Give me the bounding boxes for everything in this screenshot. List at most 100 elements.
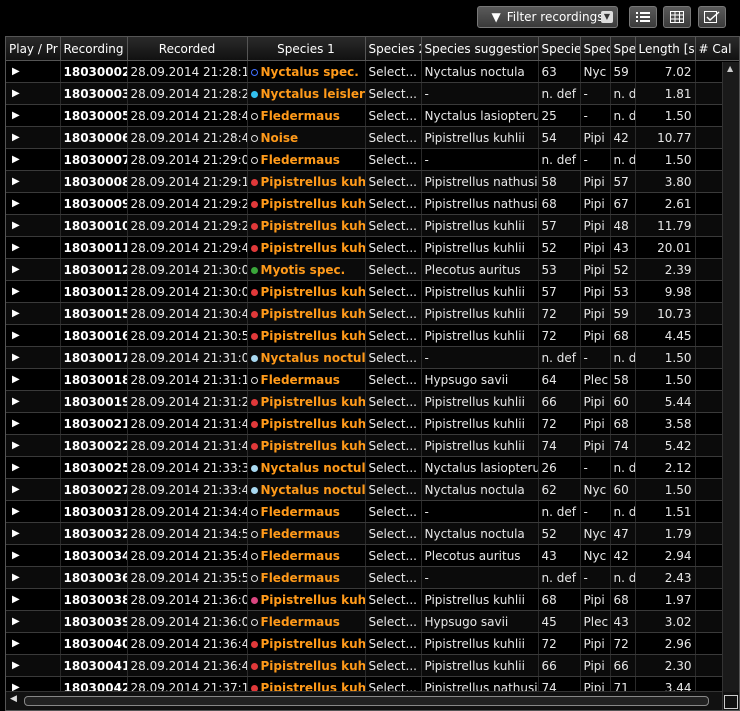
play-cell[interactable]: ▶ [6, 522, 61, 545]
play-icon[interactable]: ▶ [12, 286, 20, 297]
play-icon[interactable]: ▶ [12, 66, 20, 77]
species-1-cell[interactable]: Nyctalus noctula [247, 478, 366, 501]
play-icon[interactable]: ▶ [12, 352, 20, 363]
col-header-species-1[interactable]: Species 1 [247, 37, 366, 61]
play-cell[interactable]: ▶ [6, 302, 61, 325]
play-cell[interactable]: ▶ [6, 280, 61, 303]
species-1-cell[interactable]: Pipistrellus kuhlii [247, 588, 366, 611]
table-row[interactable]: ▶ 18030017 28.09.2014 21:31:08 Nyctalus noc… [6, 346, 739, 369]
species-1-cell[interactable]: Fledermaus [247, 610, 366, 633]
species-1-cell[interactable]: Pipistrellus kuhlii [247, 214, 366, 237]
play-icon[interactable]: ▶ [12, 198, 20, 209]
play-cell[interactable]: ▶ [6, 632, 61, 655]
table-row[interactable]: ▶ 18030034 28.09.2014 21:35:46 Fledermaus Se… [6, 544, 739, 567]
play-cell[interactable]: ▶ [6, 214, 61, 237]
species-1-cell[interactable]: Pipistrellus kuhlii [247, 434, 366, 457]
species-2-select[interactable]: Select... [365, 82, 422, 105]
play-cell[interactable]: ▶ [6, 610, 61, 633]
table-row[interactable]: ▶ 18030039 28.09.2014 21:36:09 Fledermaus Se… [6, 610, 739, 633]
table-row[interactable]: ▶ 18030022 28.09.2014 21:31:49 Pipistrellus… [6, 434, 739, 457]
species-1-cell[interactable]: Pipistrellus kuhlii [247, 632, 366, 655]
species-2-select[interactable]: Select... [365, 148, 422, 171]
species-1-cell[interactable]: Pipistrellus kuhlii [247, 236, 366, 259]
table-row[interactable]: ▶ 18030032 28.09.2014 21:34:56 Fledermaus Se… [6, 522, 739, 545]
play-icon[interactable]: ▶ [12, 374, 20, 385]
play-icon[interactable]: ▶ [12, 110, 20, 121]
play-icon[interactable]: ▶ [12, 88, 20, 99]
table-row[interactable]: ▶ 18030002 28.09.2014 21:28:12 Nyctalus spe… [6, 60, 739, 83]
play-icon[interactable]: ▶ [12, 330, 20, 341]
species-1-cell[interactable]: Myotis spec. [247, 258, 366, 281]
play-cell[interactable]: ▶ [6, 588, 61, 611]
species-1-cell[interactable]: Pipistrellus kuhlii [247, 170, 366, 193]
play-cell[interactable]: ▶ [6, 148, 61, 171]
species-2-select[interactable]: Select... [365, 236, 422, 259]
species-2-select[interactable]: Select... [365, 390, 422, 413]
play-icon[interactable]: ▶ [12, 638, 20, 649]
play-cell[interactable]: ▶ [6, 236, 61, 259]
play-cell[interactable]: ▶ [6, 654, 61, 677]
horizontal-scroll-thumb[interactable] [24, 696, 709, 706]
table-row[interactable]: ▶ 18030041 28.09.2014 21:36:49 Pipistrellus… [6, 654, 739, 677]
species-2-select[interactable]: Select... [365, 280, 422, 303]
table-row[interactable]: ▶ 18030007 28.09.2014 21:29:05 Fledermaus Se… [6, 148, 739, 171]
species-1-cell[interactable]: Pipistrellus kuhlii [247, 324, 366, 347]
play-cell[interactable]: ▶ [6, 478, 61, 501]
species-2-select[interactable]: Select... [365, 434, 422, 457]
resize-grip-icon[interactable] [724, 695, 738, 709]
col-header-species-suggestion-2[interactable]: Speci [580, 37, 611, 61]
species-2-select[interactable]: Select... [365, 566, 422, 589]
table-row[interactable]: ▶ 18030021 28.09.2014 21:31:44 Pipistrellus… [6, 412, 739, 435]
play-cell[interactable]: ▶ [6, 192, 61, 215]
play-cell[interactable]: ▶ [6, 170, 61, 193]
species-1-cell[interactable]: Pipistrellus kuhlii [247, 412, 366, 435]
table-row[interactable]: ▶ 18030006 28.09.2014 21:28:44 Noise Select.… [6, 126, 739, 149]
play-cell[interactable]: ▶ [6, 500, 61, 523]
table-row[interactable]: ▶ 18030010 28.09.2014 21:29:27 Pipistrellus… [6, 214, 739, 237]
play-cell[interactable]: ▶ [6, 412, 61, 435]
species-2-select[interactable]: Select... [365, 126, 422, 149]
table-row[interactable]: ▶ 18030016 28.09.2014 21:30:57 Pipistrellus… [6, 324, 739, 347]
species-1-cell[interactable]: Fledermaus [247, 368, 366, 391]
play-icon[interactable]: ▶ [12, 132, 20, 143]
play-icon[interactable]: ▶ [12, 418, 20, 429]
list-view-button[interactable] [629, 6, 657, 28]
species-2-select[interactable]: Select... [365, 258, 422, 281]
scroll-left-icon[interactable]: ◀ [10, 694, 17, 704]
species-1-cell[interactable]: Fledermaus [247, 500, 366, 523]
play-icon[interactable]: ▶ [12, 154, 20, 165]
species-2-select[interactable]: Select... [365, 632, 422, 655]
play-icon[interactable]: ▶ [12, 308, 20, 319]
col-header-play[interactable]: Play / Pr [6, 37, 61, 61]
play-cell[interactable]: ▶ [6, 324, 61, 347]
play-cell[interactable]: ▶ [6, 346, 61, 369]
table-row[interactable]: ▶ 18030031 28.09.2014 21:34:43 Fledermaus Se… [6, 500, 739, 523]
play-cell[interactable]: ▶ [6, 368, 61, 391]
species-2-select[interactable]: Select... [365, 654, 422, 677]
grid-view-button[interactable] [663, 6, 691, 28]
species-1-cell[interactable]: Nyctalus noctula [247, 346, 366, 369]
col-header-species-2[interactable]: Species 2 [365, 37, 422, 61]
species-2-select[interactable]: Select... [365, 588, 422, 611]
vertical-scrollbar[interactable]: ▲ [722, 62, 739, 692]
species-2-select[interactable]: Select... [365, 346, 422, 369]
species-2-select[interactable]: Select... [365, 60, 422, 83]
horizontal-scrollbar[interactable]: ◀ [6, 691, 723, 710]
table-row[interactable]: ▶ 18030040 28.09.2014 21:36:45 Pipistrellus… [6, 632, 739, 655]
col-header-recorded[interactable]: Recorded [127, 37, 248, 61]
play-icon[interactable]: ▶ [12, 220, 20, 231]
species-1-cell[interactable]: Fledermaus [247, 148, 366, 171]
species-2-select[interactable]: Select... [365, 544, 422, 567]
play-cell[interactable]: ▶ [6, 434, 61, 457]
species-2-select[interactable]: Select... [365, 500, 422, 523]
play-icon[interactable]: ▶ [12, 594, 20, 605]
play-cell[interactable]: ▶ [6, 82, 61, 105]
species-2-select[interactable]: Select... [365, 610, 422, 633]
table-row[interactable]: ▶ 18030038 28.09.2014 21:36:05 Pipistrellus… [6, 588, 739, 611]
species-1-cell[interactable]: Pipistrellus kuhlii [247, 280, 366, 303]
species-1-cell[interactable]: Fledermaus [247, 544, 366, 567]
species-1-cell[interactable]: Fledermaus [247, 522, 366, 545]
play-cell[interactable]: ▶ [6, 544, 61, 567]
play-icon[interactable]: ▶ [12, 484, 20, 495]
play-icon[interactable]: ▶ [12, 528, 20, 539]
